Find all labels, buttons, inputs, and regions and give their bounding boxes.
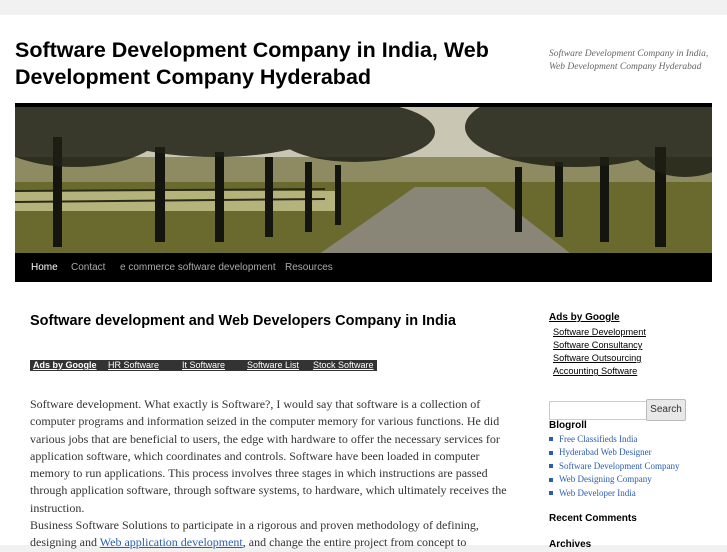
sidebar-ad-link[interactable]: Accounting Software bbox=[553, 365, 719, 378]
nav-item-resources[interactable]: Resources bbox=[285, 262, 333, 273]
nav-item-home[interactable]: Home bbox=[31, 262, 58, 273]
sidebar-ads-title[interactable]: Ads by Google bbox=[549, 312, 719, 323]
sidebar-ad-link[interactable]: Software Development bbox=[553, 326, 719, 339]
nav-item-contact[interactable]: Contact bbox=[71, 262, 105, 273]
post-paragraph: Software development. What exactly is So… bbox=[30, 397, 507, 515]
ad-link[interactable]: Stock Software bbox=[313, 360, 374, 371]
page-wrapper: Software Development Company in India, W… bbox=[0, 15, 727, 550]
web-app-dev-link[interactable]: Web application development bbox=[100, 535, 243, 549]
ads-bar: Ads by Google HR Software It Software So… bbox=[30, 360, 377, 371]
main-nav: Home Contact e commerce software develop… bbox=[15, 253, 712, 282]
ad-link[interactable]: HR Software bbox=[108, 360, 159, 371]
ads-by-google-label[interactable]: Ads by Google bbox=[33, 360, 97, 371]
blogroll-list: Free Classifieds India Hyderabad Web Des… bbox=[549, 433, 719, 500]
sidebar-ads-list: Software Development Software Consultanc… bbox=[553, 326, 719, 378]
ad-link[interactable]: It Software bbox=[182, 360, 225, 371]
blogroll-link[interactable]: Web Developer India bbox=[549, 487, 719, 500]
site-description: Software Development Company in India, W… bbox=[549, 49, 709, 72]
post-body: Software development. What exactly is So… bbox=[30, 396, 510, 552]
header-landscape-image bbox=[15, 107, 712, 257]
paragraph-text: , and change the entire project from con… bbox=[242, 535, 467, 550]
blogroll-link[interactable]: Software Development Company bbox=[549, 460, 719, 473]
header-image bbox=[15, 103, 712, 258]
blogroll-link[interactable]: Free Classifieds India bbox=[549, 433, 719, 446]
blogroll-widget: Blogroll Free Classifieds India Hyderaba… bbox=[549, 420, 719, 500]
sidebar-ad-link[interactable]: Software Outsourcing bbox=[553, 352, 719, 365]
search-input[interactable] bbox=[549, 401, 647, 420]
sidebar-ad-link[interactable]: Software Consultancy bbox=[553, 339, 719, 352]
nav-item-ecommerce[interactable]: e commerce software development bbox=[120, 262, 276, 273]
blogroll-link[interactable]: Web Designing Company bbox=[549, 473, 719, 486]
search-button[interactable]: Search bbox=[646, 399, 686, 421]
ad-link[interactable]: Software List bbox=[247, 360, 299, 371]
post-title[interactable]: Software development and Web Developers … bbox=[30, 313, 456, 329]
sidebar: Ads by Google Software Development Softw… bbox=[549, 312, 719, 378]
blogroll-title: Blogroll bbox=[549, 420, 587, 431]
site-title[interactable]: Software Development Company in India, W… bbox=[15, 37, 515, 91]
post-paragraph: Business Software Solutions to participa… bbox=[30, 517, 510, 552]
blogroll-link[interactable]: Hyderabad Web Designer bbox=[549, 446, 719, 459]
recent-comments-title: Recent Comments bbox=[549, 513, 637, 524]
